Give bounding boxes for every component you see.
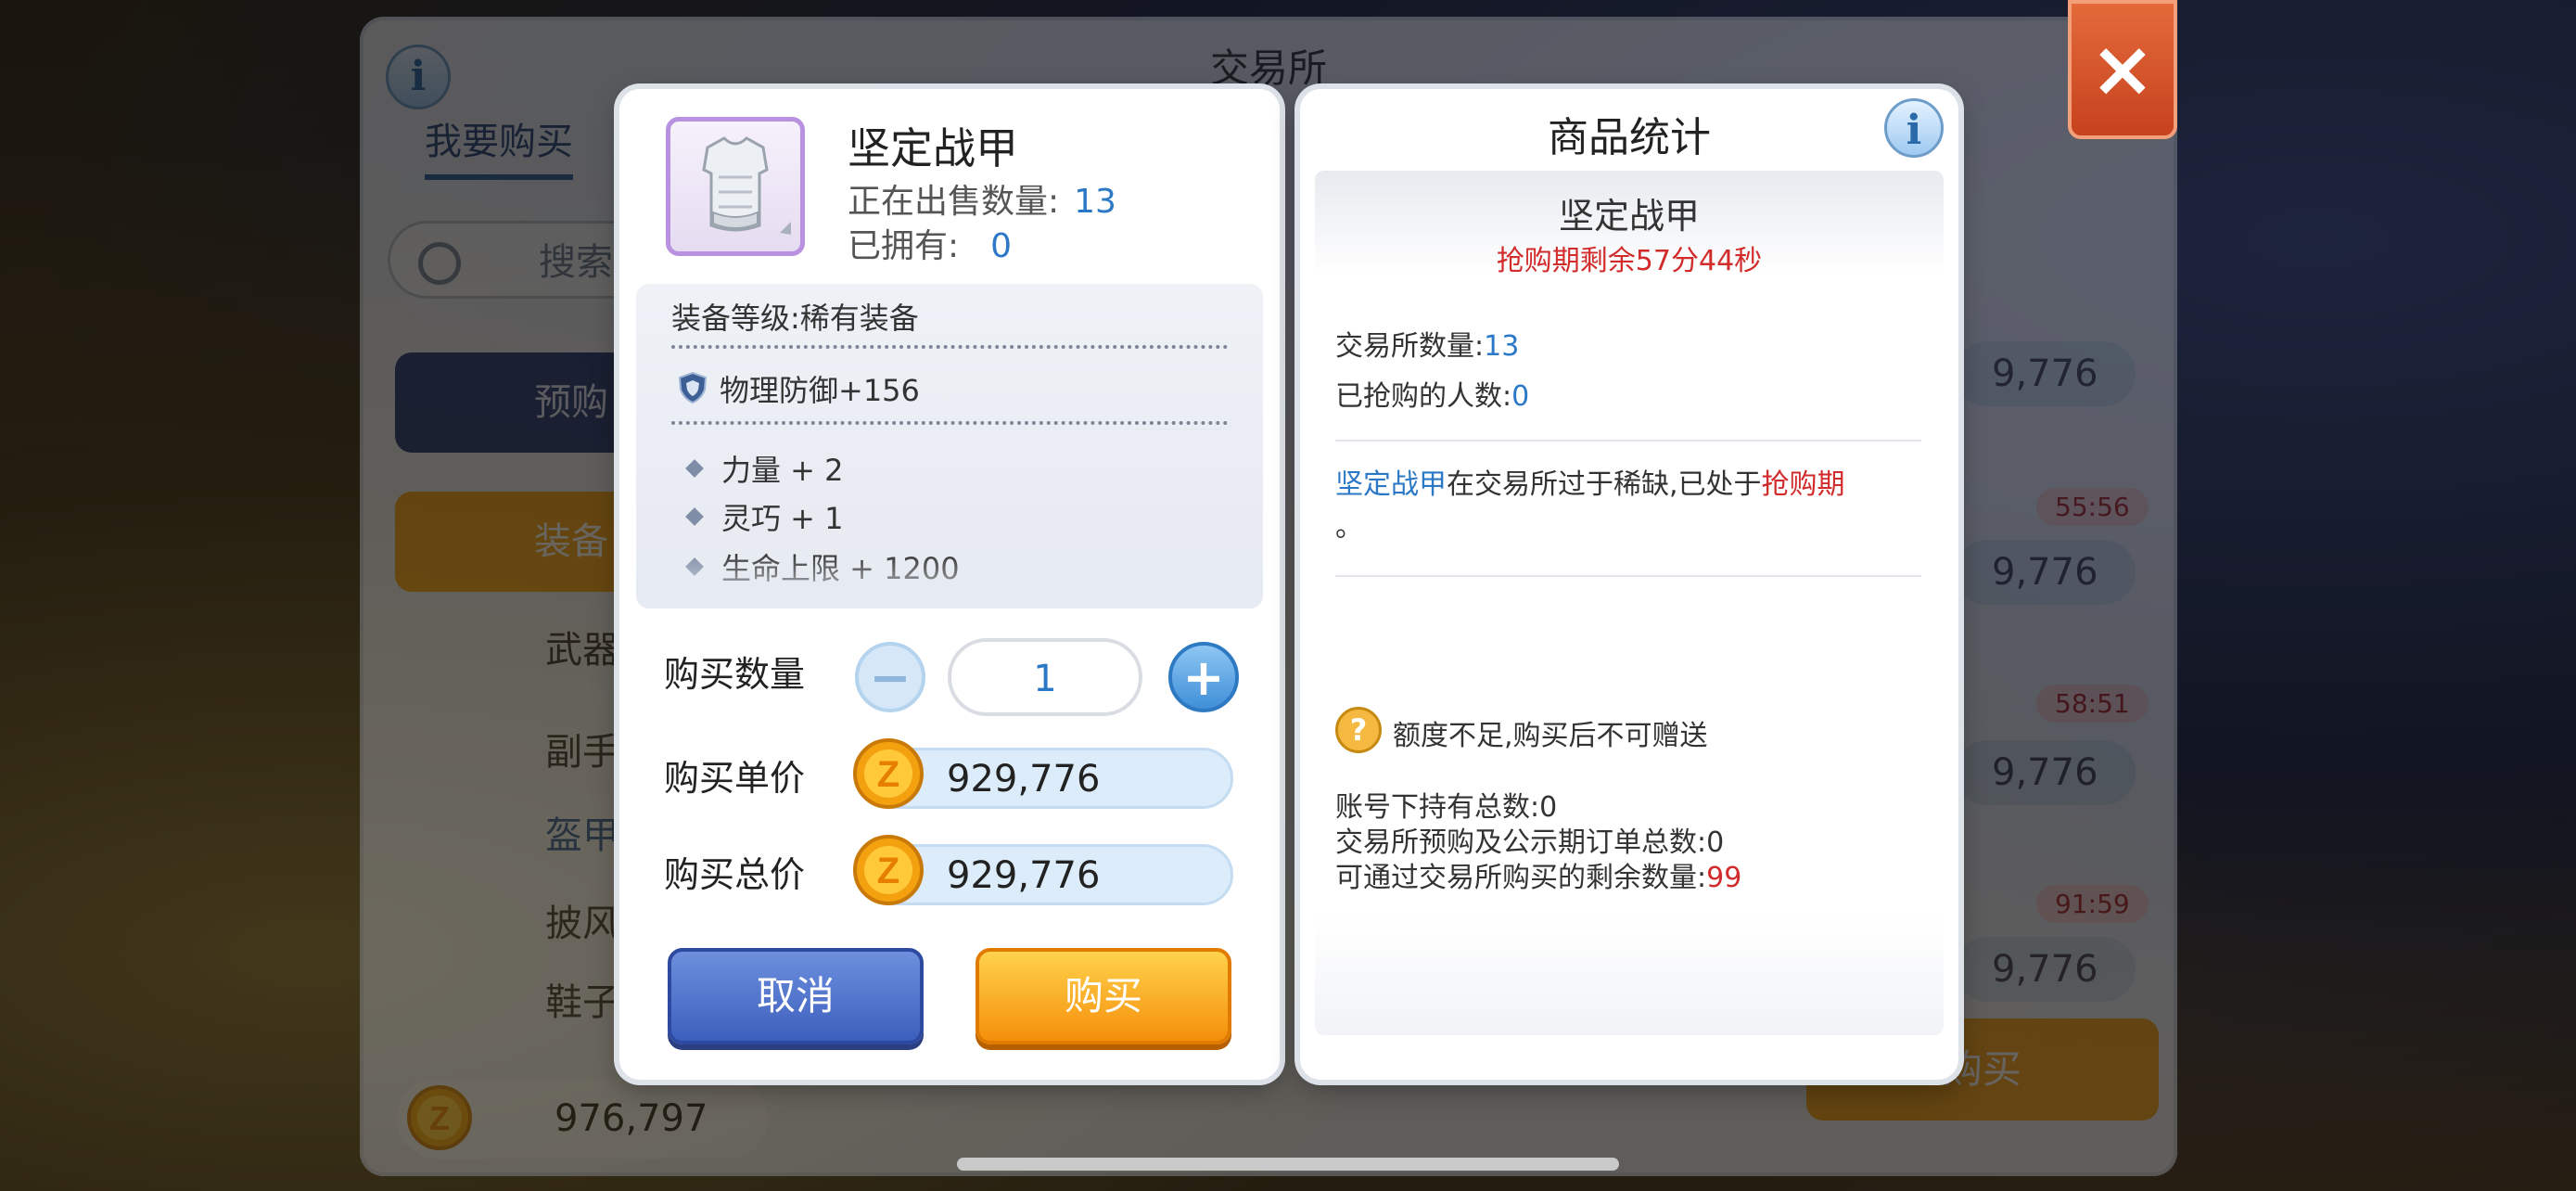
quantity-plus-button[interactable]: + — [1168, 642, 1239, 712]
remaining-value: 99 — [1706, 862, 1742, 894]
grabbed-label: 已抢购的人数: — [1335, 380, 1512, 413]
divider — [671, 421, 1228, 425]
quantity-input[interactable]: 1 — [948, 638, 1142, 716]
quota-warning: 额度不足,购买后不可赠送 — [1393, 720, 1708, 752]
on-sale-label: 正在出售数量: — [848, 183, 1060, 221]
owned-value: 0 — [990, 227, 1013, 265]
notice-period: 抢购期 — [1761, 468, 1845, 501]
question-icon[interactable]: ? — [1335, 707, 1382, 753]
scroll-fade — [636, 553, 1263, 608]
quantity-minus-button[interactable]: − — [855, 642, 925, 712]
stats-panel: 坚定战甲 抢购期剩余57分44秒 交易所数量:13 已抢购的人数:0 坚定战甲在… — [1315, 171, 1944, 1035]
account-total: 账号下持有总数:0 — [1335, 791, 1558, 824]
bullet-icon — [685, 459, 704, 478]
on-sale-value: 13 — [1074, 183, 1116, 221]
home-indicator[interactable] — [957, 1158, 1619, 1171]
physical-defense: 物理防御+156 — [720, 373, 920, 408]
svg-text:Z: Z — [877, 754, 899, 795]
notice-end: 。 — [1335, 511, 1363, 544]
notice-item-link[interactable]: 坚定战甲 — [1335, 468, 1447, 501]
cancel-button[interactable]: 取消 — [668, 948, 924, 1044]
buy-button[interactable]: 购买 — [976, 948, 1231, 1044]
armor-item-icon — [666, 117, 805, 256]
divider — [1335, 575, 1921, 577]
zeny-coin-icon: Z — [853, 738, 924, 809]
remaining-count: 可通过交易所购买的剩余数量:99 — [1335, 861, 1741, 896]
account-summary: 账号下持有总数:0 交易所预购及公示期订单总数:0 可通过交易所购买的剩余数量:… — [1335, 790, 1741, 896]
stats-title: 商品统计 — [1548, 114, 1711, 161]
bonus-dex: 灵巧 + 1 — [721, 501, 844, 536]
close-icon[interactable]: × — [2068, 0, 2177, 139]
exchange-qty-value: 13 — [1484, 330, 1520, 363]
exchange-qty-label: 交易所数量: — [1335, 330, 1485, 363]
unit-price-label: 购买单价 — [664, 758, 806, 799]
scarcity-notice: 坚定战甲在交易所过于稀缺,已处于抢购期。 — [1335, 464, 1929, 549]
bonus-strength: 力量 + 2 — [721, 453, 844, 488]
quantity-label: 购买数量 — [664, 654, 806, 695]
divider — [671, 345, 1228, 349]
notice-text: 在交易所过于稀缺,已处于 — [1447, 468, 1762, 501]
grabbed-count: 已抢购的人数:0 — [1335, 373, 1529, 414]
stats-item-name: 坚定战甲 — [1558, 196, 1700, 237]
exchange-quantity: 交易所数量:13 — [1335, 323, 1519, 364]
on-sale-count: 正在出售数量: 13 — [848, 174, 1116, 223]
svg-text:Z: Z — [877, 851, 899, 891]
preorder-total: 交易所预购及公示期订单总数:0 — [1335, 826, 1725, 859]
modal-overlay — [0, 0, 2576, 1191]
info-icon[interactable]: i — [1884, 98, 1944, 158]
stats-dialog: 商品统计 i 坚定战甲 抢购期剩余57分44秒 交易所数量:13 已抢购的人数:… — [1300, 89, 1958, 1080]
zeny-coin-icon: Z — [853, 835, 924, 905]
item-name: 坚定战甲 — [848, 123, 1018, 173]
purchase-dialog: 坚定战甲 正在出售数量: 13 已拥有: 0 装备等级:稀有装备 物理防御+156 … — [619, 89, 1280, 1080]
shield-icon — [678, 371, 708, 404]
attribute-panel[interactable]: 装备等级:稀有装备 物理防御+156 力量 + 2 灵巧 + 1 生命上限 + … — [636, 284, 1263, 608]
equip-level: 装备等级:稀有装备 — [671, 301, 919, 336]
owned-label: 已拥有: — [848, 227, 960, 265]
divider — [1335, 440, 1921, 442]
grabbed-value: 0 — [1511, 380, 1530, 413]
owned-count: 已拥有: 0 — [848, 219, 1012, 267]
bullet-icon — [685, 507, 704, 526]
remaining-label: 可通过交易所购买的剩余数量: — [1335, 862, 1707, 894]
rush-timer: 抢购期剩余57分44秒 — [1496, 245, 1763, 277]
total-price-label: 购买总价 — [664, 854, 806, 895]
